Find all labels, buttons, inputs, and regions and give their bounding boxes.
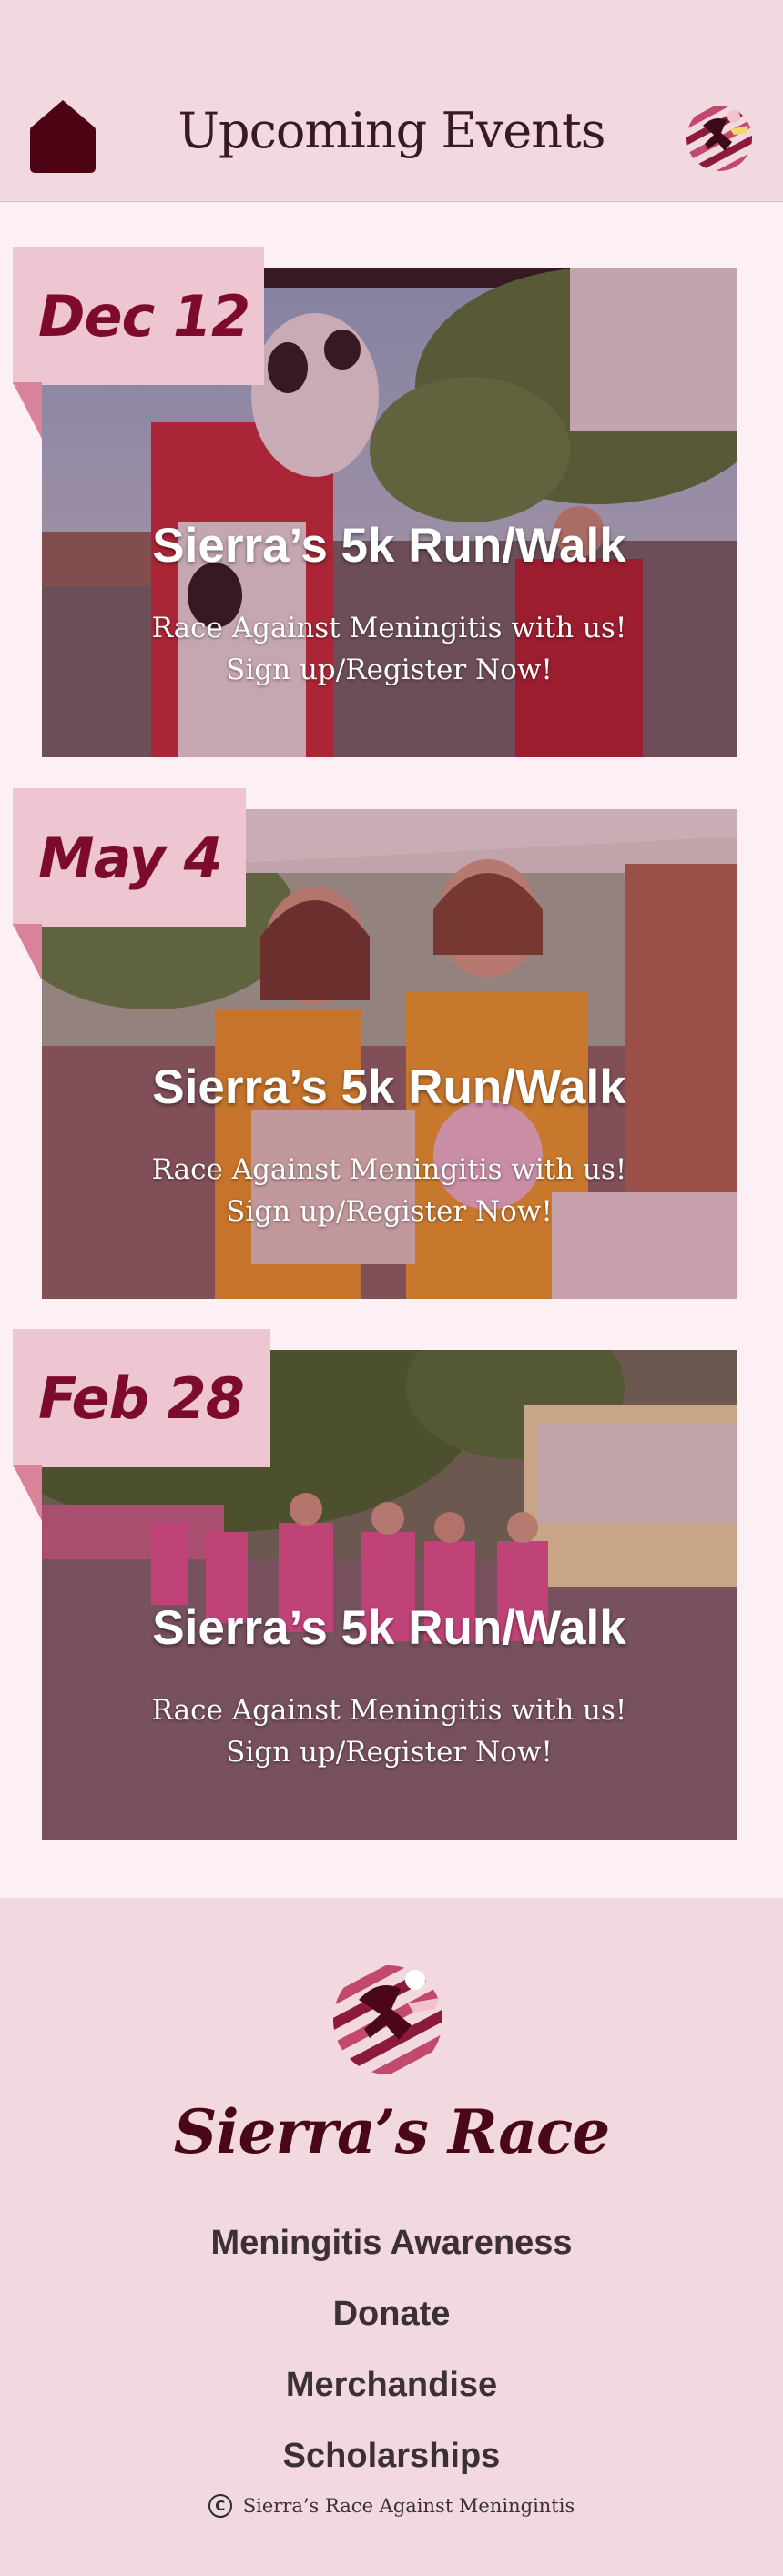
event-description: Race Against Meningitis with us! Sign up…	[42, 1149, 737, 1232]
footer-link-scholarships[interactable]: Scholarships	[0, 2420, 783, 2491]
brand-name: Sierra’s Race	[173, 2096, 610, 2167]
header: Upcoming Events	[0, 0, 783, 202]
register-link[interactable]: Sign up/Register Now!	[42, 1191, 737, 1232]
date-tab-fold	[13, 924, 42, 980]
register-link[interactable]: Sign up/Register Now!	[42, 649, 737, 691]
copyright: C Sierra’s Race Against Meningintis	[0, 2494, 783, 2518]
footer-link-donate[interactable]: Donate	[0, 2278, 783, 2349]
date-tab-fold	[13, 382, 42, 439]
copyright-text: Sierra’s Race Against Meningintis	[242, 2495, 575, 2517]
date-tab-fold	[13, 1465, 42, 1521]
event-description: Race Against Meningitis with us! Sign up…	[42, 607, 737, 691]
event-title: Sierra’s 5k Run/Walk	[152, 519, 626, 573]
footer-link-merchandise[interactable]: Merchandise	[0, 2349, 783, 2420]
page-title: Upcoming Events	[178, 102, 606, 159]
footer-nav: Meningitis Awareness Donate Merchandise …	[0, 2207, 783, 2491]
footer-link-meningitis-awareness[interactable]: Meningitis Awareness	[0, 2207, 783, 2278]
event-date-badge: May 4	[13, 788, 246, 927]
register-link[interactable]: Sign up/Register Now!	[42, 1731, 737, 1773]
footer: Sierra’s Race Meningitis Awareness Donat…	[0, 1898, 783, 2576]
event-date-badge: Dec 12	[13, 247, 264, 385]
event-description: Race Against Meningitis with us! Sign up…	[42, 1689, 737, 1773]
sierras-race-logo-icon[interactable]	[331, 1952, 452, 2080]
runner-logo-icon[interactable]	[685, 98, 756, 175]
event-title: Sierra’s 5k Run/Walk	[152, 1601, 626, 1655]
copyright-icon: C	[208, 2494, 232, 2518]
event-date-badge: Feb 28	[13, 1329, 270, 1467]
event-title: Sierra’s 5k Run/Walk	[152, 1060, 626, 1114]
